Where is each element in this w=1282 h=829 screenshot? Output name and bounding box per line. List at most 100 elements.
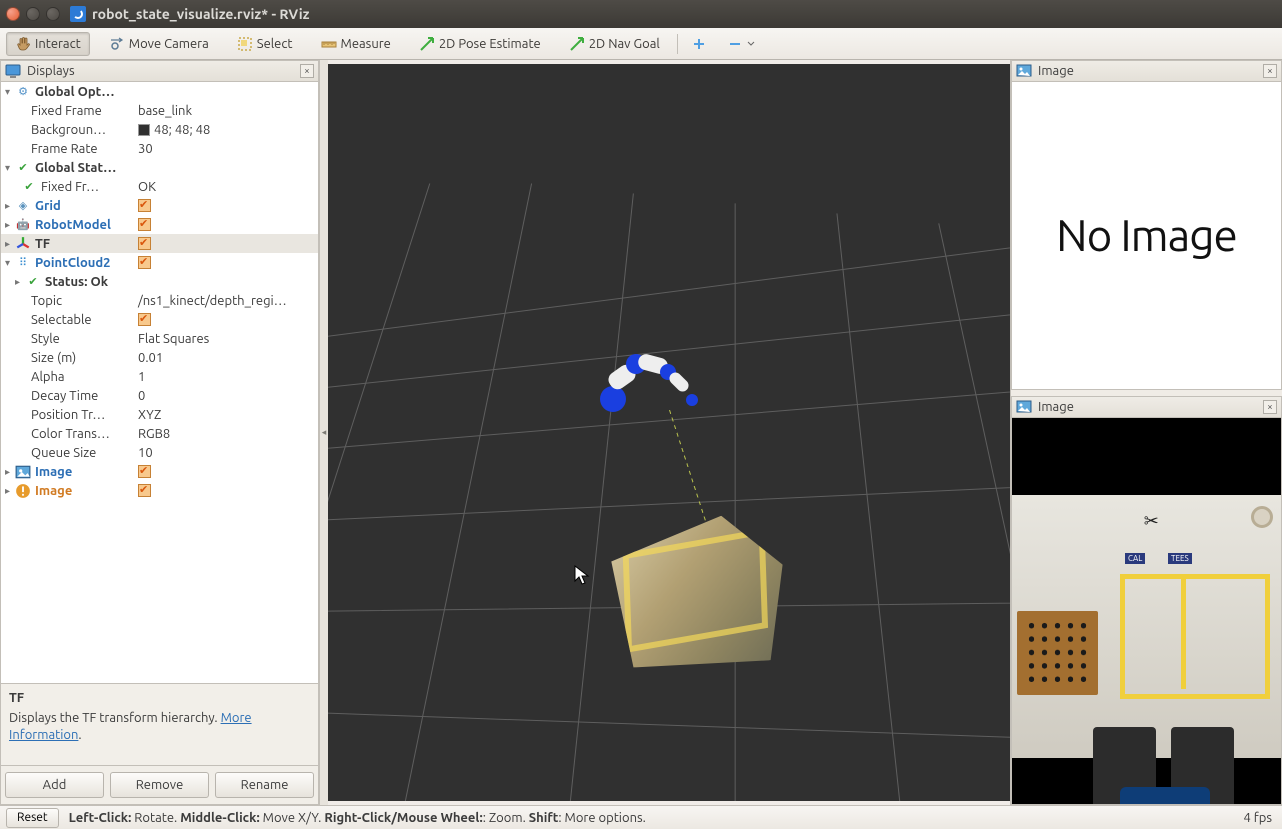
window-close-button[interactable] (6, 7, 20, 21)
mouse-cursor-icon (574, 565, 590, 588)
image-panel-1: Image × No Image (1011, 60, 1282, 390)
plus-icon (691, 36, 707, 52)
tree-prop-topic[interactable]: Topic/ns1_kinect/depth_regi… (1, 291, 318, 310)
description-panel: TF Displays the TF transform hierarchy. … (0, 684, 319, 766)
gear-icon: ⚙ (15, 85, 31, 98)
close-panel-button[interactable]: × (1263, 64, 1277, 78)
desc-text: Displays the TF transform hierarchy. (9, 711, 221, 725)
check-icon: ✔ (15, 161, 31, 174)
splitter-handle[interactable] (320, 60, 328, 805)
remove-button[interactable]: Remove (110, 772, 209, 798)
desc-title: TF (9, 690, 310, 708)
tree-item-robotmodel[interactable]: ▸🤖RobotModel (1, 215, 318, 234)
checkbox-checked[interactable] (138, 237, 151, 250)
close-panel-button[interactable]: × (300, 64, 314, 78)
3d-viewport[interactable] (328, 64, 1010, 801)
tree-item-image-1[interactable]: ▸Image (1, 462, 318, 481)
tree-item-grid[interactable]: ▸◈Grid (1, 196, 318, 215)
image-icon (1016, 63, 1032, 79)
hand-icon (15, 36, 31, 52)
image-panel-1-title: Image (1038, 64, 1257, 78)
displays-panel-buttons: Add Remove Rename (0, 766, 319, 805)
checkbox-checked[interactable] (138, 465, 151, 478)
reset-button[interactable]: Reset (6, 808, 59, 828)
tree-prop-style[interactable]: StyleFlat Squares (1, 329, 318, 348)
image-panel-1-header[interactable]: Image × (1011, 60, 1282, 82)
tree-item-pointcloud2[interactable]: ▾⠿PointCloud2 (1, 253, 318, 272)
select-tool-button[interactable]: Select (228, 32, 302, 56)
arrow-green-icon (569, 36, 585, 52)
tree-prop-decay[interactable]: Decay Time0 (1, 386, 318, 405)
image-icon (15, 465, 31, 478)
pose-estimate-tool-button[interactable]: 2D Pose Estimate (410, 32, 550, 56)
right-panel-stack: Image × No Image Image × ✂ CAL (1010, 60, 1282, 805)
no-image-text: No Image (1056, 211, 1237, 260)
move-camera-tool-button[interactable]: Move Camera (100, 32, 218, 56)
ruler-icon (321, 36, 337, 52)
viewport-grid (328, 64, 1010, 801)
image-panel-1-body: No Image (1011, 82, 1282, 390)
checkbox-checked[interactable] (138, 199, 151, 212)
checkbox-checked[interactable] (138, 218, 151, 231)
interact-tool-button[interactable]: Interact (6, 32, 90, 56)
tree-prop-fixed-frame[interactable]: Fixed Frame base_link (1, 101, 318, 120)
tree-prop-selectable[interactable]: Selectable (1, 310, 318, 329)
calibration-board (1017, 611, 1098, 695)
rename-button[interactable]: Rename (215, 772, 314, 798)
select-icon (237, 36, 253, 52)
close-panel-button[interactable]: × (1263, 400, 1277, 414)
nav-goal-tool-button[interactable]: 2D Nav Goal (560, 32, 669, 56)
fps-label: 4 fps (656, 811, 1276, 825)
displays-panel-header[interactable]: Displays × (0, 60, 319, 82)
axes-icon (15, 237, 31, 250)
checkbox-checked[interactable] (138, 484, 151, 497)
measure-tool-button[interactable]: Measure (312, 32, 400, 56)
image-panel-2-body: ✂ CAL TEES (1011, 418, 1282, 805)
checkbox-checked[interactable] (138, 313, 151, 326)
status-bar: Reset Left-Click: Rotate. Middle-Click: … (0, 805, 1282, 829)
robot-model-visual (600, 358, 710, 418)
desc-dot: . (78, 728, 81, 742)
tree-prop-frame-rate[interactable]: Frame Rate 30 (1, 139, 318, 158)
move-camera-label: Move Camera (129, 37, 209, 51)
tree-item-tf[interactable]: ▸ TF (1, 234, 318, 253)
color-swatch (138, 124, 150, 136)
main-toolbar: Interact Move Camera Select Measure 2D P… (0, 28, 1282, 60)
select-label: Select (257, 37, 293, 51)
tree-prop-background[interactable]: Backgroun… 48; 48; 48 (1, 120, 318, 139)
grid-icon: ◈ (15, 199, 31, 212)
image-panel-2-header[interactable]: Image × (1011, 396, 1282, 418)
checkbox-checked[interactable] (138, 256, 151, 269)
add-button[interactable]: Add (5, 772, 104, 798)
displays-panel: Displays × ▾⚙Global Opt… Fixed Frame bas… (0, 60, 320, 805)
tree-item-global-status[interactable]: ▾✔Global Stat… (1, 158, 318, 177)
tree-prop-size[interactable]: Size (m)0.01 (1, 348, 318, 367)
scissors-icon: ✂ (1144, 511, 1159, 532)
tree-prop-postransform[interactable]: Position Tr…XYZ (1, 405, 318, 424)
rviz-app-icon (70, 6, 86, 22)
tree-prop-global-status-fixed-frame[interactable]: ✔Fixed Fr… OK (1, 177, 318, 196)
chevron-down-icon (747, 36, 755, 52)
window-titlebar: robot_state_visualize.rviz* - RViz (0, 0, 1282, 28)
tree-prop-queuesize[interactable]: Queue Size10 (1, 443, 318, 462)
displays-tree[interactable]: ▾⚙Global Opt… Fixed Frame base_link Back… (0, 82, 319, 684)
nav-goal-label: 2D Nav Goal (589, 37, 660, 51)
image-icon (1016, 399, 1032, 415)
add-tool-button[interactable] (686, 32, 712, 56)
tree-item-image-2[interactable]: ▸Image (1, 481, 318, 500)
monitor-icon (5, 63, 21, 79)
pose-estimate-label: 2D Pose Estimate (439, 37, 541, 51)
remove-tool-button[interactable] (722, 32, 760, 56)
arrow-green-icon (419, 36, 435, 52)
status-hint: Left-Click: Rotate. Middle-Click: Move X… (69, 811, 646, 825)
toolbar-separator (677, 34, 678, 54)
tree-item-status-ok[interactable]: ▸✔Status: Ok (1, 272, 318, 291)
window-minimize-button[interactable] (26, 7, 40, 21)
window-maximize-button[interactable] (46, 7, 60, 21)
tree-item-global-options[interactable]: ▾⚙Global Opt… (1, 82, 318, 101)
interact-label: Interact (35, 37, 81, 51)
tree-prop-colortransform[interactable]: Color Trans…RGB8 (1, 424, 318, 443)
tree-prop-alpha[interactable]: Alpha1 (1, 367, 318, 386)
robot-icon: 🤖 (15, 218, 31, 231)
minus-icon (727, 36, 743, 52)
